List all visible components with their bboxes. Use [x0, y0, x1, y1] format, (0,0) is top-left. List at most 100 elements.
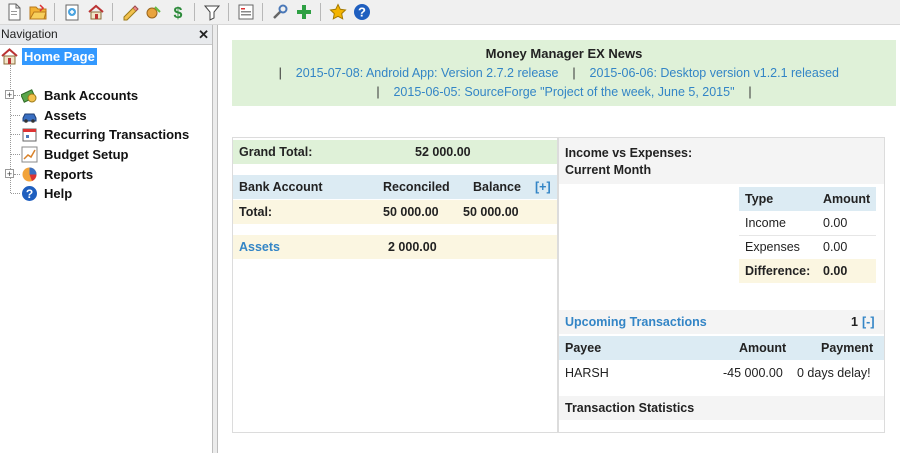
difference-label: Difference:: [745, 264, 811, 278]
filter-icon[interactable]: [202, 2, 222, 22]
row-payment: 0 days delay!: [797, 366, 871, 380]
news-separator: |: [748, 85, 752, 99]
assets-value: 2 000.00: [388, 240, 437, 254]
nav-item-reports[interactable]: + Reports: [0, 165, 212, 184]
nav-item-label: Assets: [44, 108, 87, 123]
upcoming-table-header: Payee Amount Payment: [559, 336, 884, 360]
toolbar-separator: [320, 3, 321, 21]
col-payment: Payment: [821, 341, 874, 355]
tree-connector: [11, 115, 20, 116]
income-expenses-table: Type Amount Income 0.00 Expenses 0.00 Di…: [739, 187, 876, 285]
bank-total-label: Total:: [239, 205, 273, 219]
calendar-icon: [21, 126, 38, 143]
toolbar-separator: [54, 3, 55, 21]
row-type: Income: [745, 216, 786, 230]
organize-categories-icon[interactable]: [144, 2, 164, 22]
nav-item-home-page[interactable]: Home Page: [0, 47, 212, 66]
nav-item-help[interactable]: ? Help: [0, 184, 212, 203]
new-transaction-icon[interactable]: [62, 2, 82, 22]
row-amount: -45 000.00: [723, 366, 783, 380]
home-page-content: Money Manager EX News | 2015-07-08: Andr…: [218, 25, 900, 453]
col-balance: Balance: [473, 180, 521, 194]
home-page-icon[interactable]: [86, 2, 106, 22]
money-icon: [21, 87, 38, 104]
toolbar-separator: [194, 3, 195, 21]
expand-toggle[interactable]: +: [5, 169, 14, 179]
difference-value: 0.00: [823, 264, 848, 278]
new-database-icon[interactable]: [4, 2, 24, 22]
organize-payees-icon[interactable]: [120, 2, 140, 22]
nav-item-budget-setup[interactable]: Budget Setup: [0, 145, 212, 164]
currency-icon[interactable]: $: [168, 2, 188, 22]
help-icon: ?: [21, 185, 38, 202]
income-expenses-title: Income vs Expenses:: [565, 146, 693, 160]
news-link[interactable]: 2015-06-06: Desktop version v1.2.1 relea…: [590, 66, 839, 80]
table-row: Income 0.00: [739, 211, 876, 236]
bank-total-reconciled: 50 000.00: [383, 205, 439, 219]
nav-item-label: Help: [44, 186, 73, 201]
news-link[interactable]: 2015-07-08: Android App: Version 2.7.2 r…: [296, 66, 559, 80]
col-reconciled: Reconciled: [383, 180, 450, 194]
nav-item-label: Home Page: [22, 48, 97, 65]
table-header: Type Amount: [739, 187, 876, 211]
toolbar-separator: [112, 3, 113, 21]
news-list: | 2015-07-08: Android App: Version 2.7.2…: [232, 64, 896, 102]
nav-item-recurring-transactions[interactable]: Recurring Transactions: [0, 125, 212, 144]
row-payee: HARSH: [565, 366, 609, 380]
assets-link[interactable]: Assets: [239, 235, 280, 259]
news-separator: |: [278, 66, 282, 80]
grand-total-value: 52 000.00: [415, 145, 471, 159]
news-separator: |: [572, 66, 576, 80]
car-icon: [21, 107, 38, 124]
open-database-icon[interactable]: [28, 2, 48, 22]
table-row[interactable]: HARSH -45 000.00 0 days delay!: [559, 361, 884, 385]
upcoming-transactions-header: Upcoming Transactions 1 [-]: [559, 310, 884, 334]
add-icon[interactable]: [294, 2, 314, 22]
bank-total-balance: 50 000.00: [463, 205, 519, 219]
expand-bank-accounts-toggle[interactable]: [+]: [535, 175, 551, 199]
options-icon[interactable]: [270, 2, 290, 22]
assets-row: Assets 2 000.00: [233, 235, 557, 259]
table-row: Expenses 0.00: [739, 235, 876, 260]
transaction-statistics-title: Transaction Statistics: [565, 401, 695, 415]
nav-item-label: Bank Accounts: [44, 88, 139, 103]
help-icon[interactable]: ?: [352, 2, 372, 22]
navigation-title-bar: Navigation ✕: [0, 25, 212, 45]
transaction-statistics-header: Transaction Statistics: [559, 396, 884, 420]
upcoming-count: 1: [851, 315, 858, 329]
bank-accounts-header: Bank Account Reconciled Balance [+]: [233, 175, 557, 199]
news-link[interactable]: 2015-06-05: SourceForge "Project of the …: [393, 85, 734, 99]
difference-row: Difference: 0.00: [739, 259, 876, 283]
nav-item-label: Recurring Transactions: [44, 127, 190, 142]
nav-item-bank-accounts[interactable]: + Bank Accounts: [0, 86, 212, 105]
bank-total-row: Total: 50 000.00 50 000.00: [233, 200, 557, 224]
tree-connector: [11, 134, 20, 135]
news-title: Money Manager EX News: [485, 46, 643, 61]
col-amount: Amount: [739, 341, 787, 355]
favorite-icon[interactable]: [328, 2, 348, 22]
svg-text:?: ?: [26, 187, 33, 201]
navigation-title: Navigation: [1, 27, 58, 41]
main-toolbar: $ ?: [0, 0, 900, 25]
toolbar-separator: [228, 3, 229, 21]
home-icon: [1, 48, 18, 65]
expand-toggle[interactable]: +: [5, 90, 14, 100]
news-panel: Money Manager EX News | 2015-07-08: Andr…: [232, 40, 896, 106]
upcoming-transactions-link[interactable]: Upcoming Transactions: [565, 310, 707, 334]
news-separator: |: [376, 85, 380, 99]
collapse-upcoming-toggle[interactable]: [-]: [862, 310, 875, 334]
svg-text:$: $: [174, 5, 183, 21]
tree-connector: [11, 193, 20, 194]
col-amount: Amount: [823, 192, 871, 206]
pie-chart-icon: [21, 166, 38, 183]
income-expenses-period: Current Month: [565, 163, 652, 177]
nav-item-label: Reports: [44, 167, 94, 182]
grand-total-row: Grand Total: 52 000.00: [233, 140, 557, 164]
col-bank-account: Bank Account: [239, 180, 323, 194]
tree-connector: [14, 95, 20, 96]
row-type: Expenses: [745, 240, 800, 254]
nav-item-assets[interactable]: Assets: [0, 106, 212, 125]
reports-icon[interactable]: [236, 2, 256, 22]
grand-total-label: Grand Total:: [239, 145, 313, 159]
close-icon[interactable]: ✕: [198, 25, 209, 44]
